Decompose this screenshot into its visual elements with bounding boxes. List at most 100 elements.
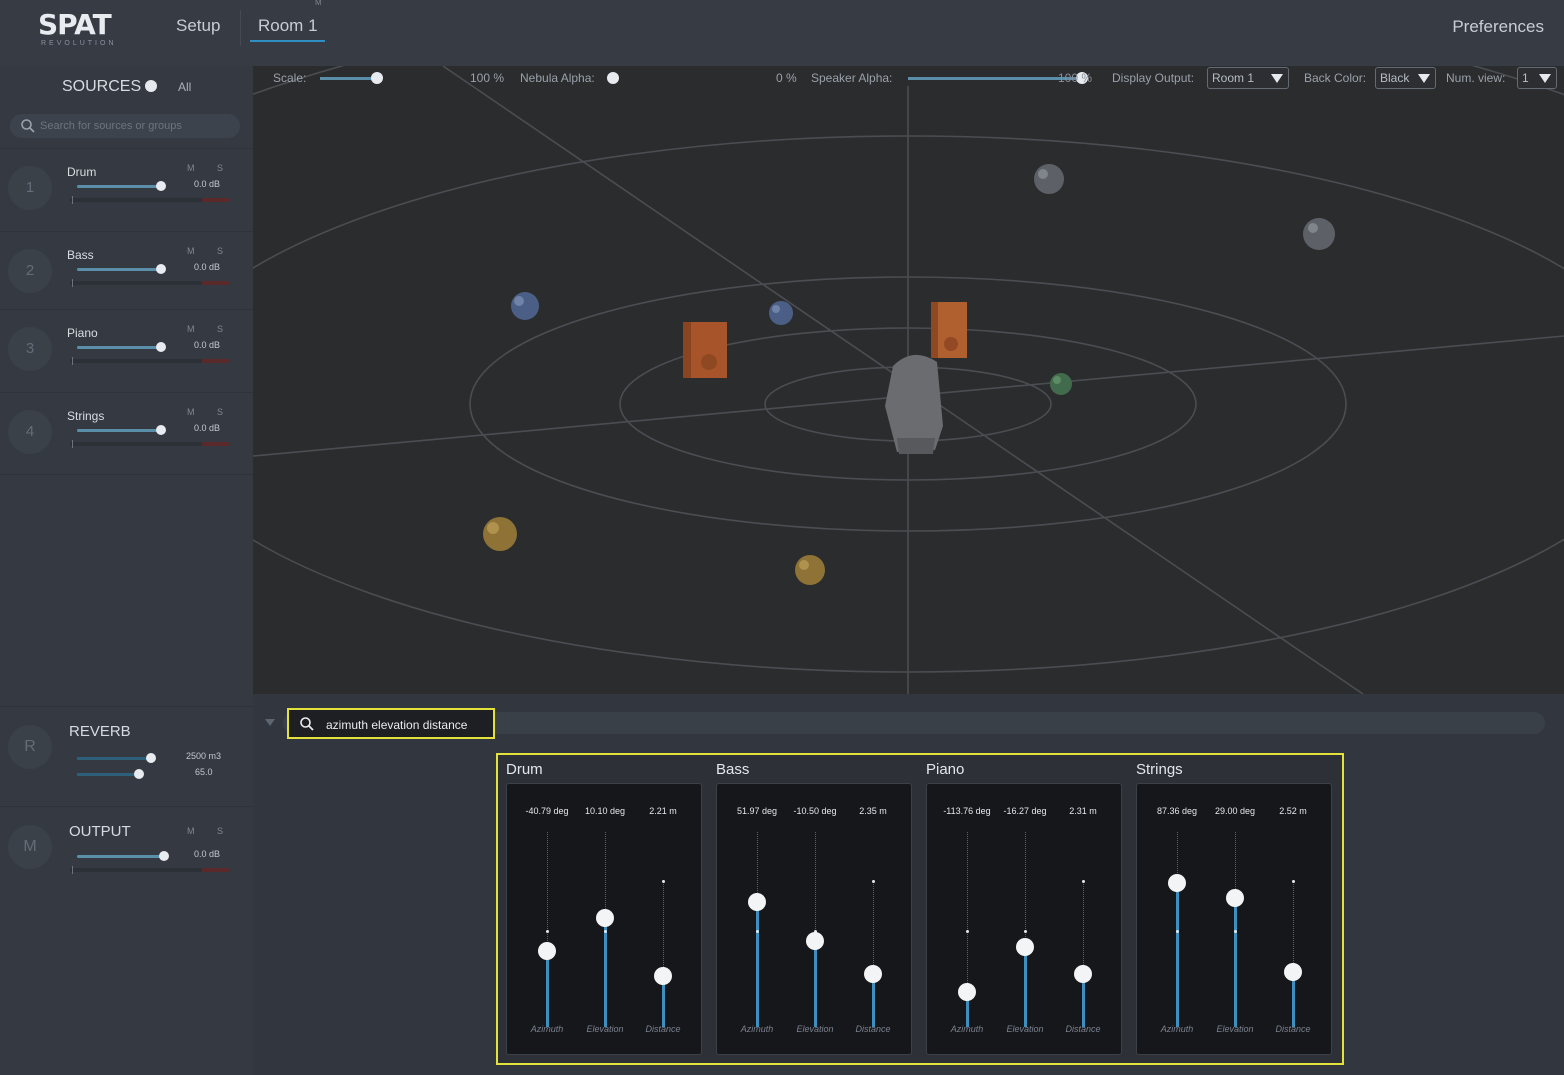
distance-label: Distance bbox=[855, 1024, 891, 1034]
gain-value: 0.0 dB bbox=[194, 262, 221, 272]
gain-slider[interactable] bbox=[77, 342, 166, 352]
distance-slider-knob[interactable] bbox=[864, 965, 882, 984]
azimuth-slider-fill bbox=[546, 950, 549, 1027]
collapse-arrow-icon[interactable] bbox=[265, 719, 275, 726]
reverb-volume-slider[interactable] bbox=[77, 753, 156, 763]
slider-knob[interactable] bbox=[134, 769, 144, 779]
gain-slider-knob[interactable] bbox=[155, 425, 166, 435]
elevation-slider-knob[interactable] bbox=[596, 908, 614, 927]
slider-knob[interactable] bbox=[371, 72, 383, 84]
distance-slider-knob[interactable] bbox=[654, 967, 672, 986]
speaker-left[interactable] bbox=[683, 322, 727, 378]
source-sphere-grey-1[interactable] bbox=[1034, 164, 1064, 194]
reverb-time-slider[interactable] bbox=[77, 769, 144, 779]
sources-toggle[interactable] bbox=[145, 80, 157, 92]
dropdown-arrow-icon bbox=[1539, 74, 1551, 83]
source-number: 1 bbox=[8, 166, 52, 210]
output-mute-button[interactable]: M bbox=[187, 826, 195, 836]
gain-slider-knob[interactable] bbox=[155, 342, 166, 352]
source-name: Strings bbox=[67, 409, 105, 423]
gain-slider-knob[interactable] bbox=[155, 264, 166, 274]
mute-button[interactable]: M bbox=[187, 163, 195, 173]
meter-peak-zone bbox=[202, 198, 230, 202]
source-sphere-grey-2[interactable] bbox=[1303, 218, 1335, 250]
gain-slider-knob[interactable] bbox=[155, 181, 166, 191]
preferences-button[interactable]: Preferences bbox=[1452, 17, 1544, 37]
gain-slider[interactable] bbox=[77, 425, 166, 435]
solo-button[interactable]: S bbox=[217, 407, 223, 417]
source-row-strings[interactable]: 4 Strings M S 0.0 dB bbox=[0, 392, 253, 472]
source-sphere-green[interactable] bbox=[1050, 373, 1072, 395]
source-sphere-blue-1[interactable] bbox=[511, 292, 539, 320]
scale-label: Scale: bbox=[273, 71, 307, 85]
elevation-value: 10.10 deg bbox=[584, 806, 626, 816]
source-name: Bass bbox=[67, 248, 94, 262]
azimuth-slider-knob[interactable] bbox=[1168, 873, 1186, 892]
source-number: 2 bbox=[8, 249, 52, 293]
reverb-section: R REVERB 2500 m3 65.0 bbox=[0, 706, 253, 806]
solo-button[interactable]: S bbox=[217, 163, 223, 173]
azimuth-value: -113.76 deg bbox=[943, 806, 991, 816]
distance-value: 2.21 m bbox=[649, 806, 677, 816]
num-view-select[interactable]: 1 bbox=[1517, 67, 1557, 89]
elevation-slider-knob[interactable] bbox=[1016, 938, 1034, 957]
gain-slider[interactable] bbox=[77, 264, 166, 274]
source-sphere-gold-1[interactable] bbox=[483, 517, 517, 551]
source-name: Drum bbox=[67, 165, 97, 179]
source-row-bass[interactable]: 2 Bass M S 0.0 dB bbox=[0, 231, 253, 311]
active-tab-indicator bbox=[250, 40, 325, 42]
dropdown-arrow-icon bbox=[1418, 74, 1430, 83]
azimuth-value: 51.97 deg bbox=[736, 806, 778, 816]
elevation-slider-knob[interactable] bbox=[806, 932, 824, 951]
nebula-alpha-label: Nebula Alpha: bbox=[520, 71, 595, 85]
tab-setup[interactable]: Setup bbox=[176, 16, 220, 36]
azimuth-label: Azimuth bbox=[530, 1024, 564, 1034]
output-gain-value: 0.0 dB bbox=[194, 849, 221, 859]
distance-slider-knob[interactable] bbox=[1284, 963, 1302, 982]
tab-divider bbox=[240, 10, 241, 46]
source-row-piano[interactable]: 3 Piano M S 0.0 dB bbox=[0, 309, 253, 389]
nebula-alpha-slider[interactable] bbox=[607, 72, 619, 84]
gain-slider-fill bbox=[77, 855, 163, 858]
slider-knob[interactable] bbox=[607, 72, 619, 84]
level-meter bbox=[70, 279, 230, 287]
mute-button[interactable]: M bbox=[187, 246, 195, 256]
elevation-label: Elevation bbox=[796, 1024, 834, 1034]
speaker-right[interactable] bbox=[931, 302, 967, 358]
slider-knob[interactable] bbox=[146, 753, 156, 763]
sources-title: SOURCES bbox=[62, 78, 142, 95]
solo-button[interactable]: S bbox=[217, 246, 223, 256]
output-gain-slider[interactable] bbox=[77, 851, 169, 861]
source-number: 3 bbox=[8, 327, 52, 371]
output-solo-button[interactable]: S bbox=[217, 826, 223, 836]
elevation-slider-knob[interactable] bbox=[1226, 889, 1244, 908]
display-output-select[interactable]: Room 1 bbox=[1207, 67, 1289, 89]
parameter-search-field[interactable]: azimuth elevation distance bbox=[287, 708, 495, 739]
scale-slider[interactable] bbox=[320, 72, 383, 84]
gain-slider[interactable] bbox=[77, 181, 166, 191]
distance-slider-knob[interactable] bbox=[1074, 965, 1092, 984]
azimuth-slider-knob[interactable] bbox=[958, 982, 976, 1001]
source-row-drum[interactable]: 1 Drum M S 0.0 dB bbox=[0, 148, 253, 228]
azimuth-label: Azimuth bbox=[740, 1024, 774, 1034]
meter-tick bbox=[72, 440, 73, 448]
meter-peak-zone bbox=[202, 281, 230, 285]
azimuth-slider-knob[interactable] bbox=[538, 941, 556, 960]
room-3d-view[interactable] bbox=[253, 66, 1564, 694]
gain-slider-knob[interactable] bbox=[159, 851, 169, 861]
mute-button[interactable]: M bbox=[187, 407, 195, 417]
source-search-box[interactable] bbox=[10, 114, 240, 138]
parameter-search-text: azimuth elevation distance bbox=[326, 718, 468, 732]
gain-slider-fill bbox=[77, 185, 161, 188]
back-color-select[interactable]: Black bbox=[1375, 67, 1436, 89]
sources-all-filter[interactable]: All bbox=[178, 80, 191, 94]
distance-label: Distance bbox=[1275, 1024, 1311, 1034]
source-search-input[interactable] bbox=[40, 117, 230, 135]
mute-button[interactable]: M bbox=[187, 324, 195, 334]
azimuth-slider-knob[interactable] bbox=[748, 893, 766, 912]
source-sphere-gold-2[interactable] bbox=[795, 555, 825, 585]
source-sphere-blue-2[interactable] bbox=[769, 301, 793, 325]
solo-button[interactable]: S bbox=[217, 324, 223, 334]
tab-room-1[interactable]: Room 1 bbox=[258, 16, 318, 36]
listener-head[interactable] bbox=[885, 354, 943, 454]
